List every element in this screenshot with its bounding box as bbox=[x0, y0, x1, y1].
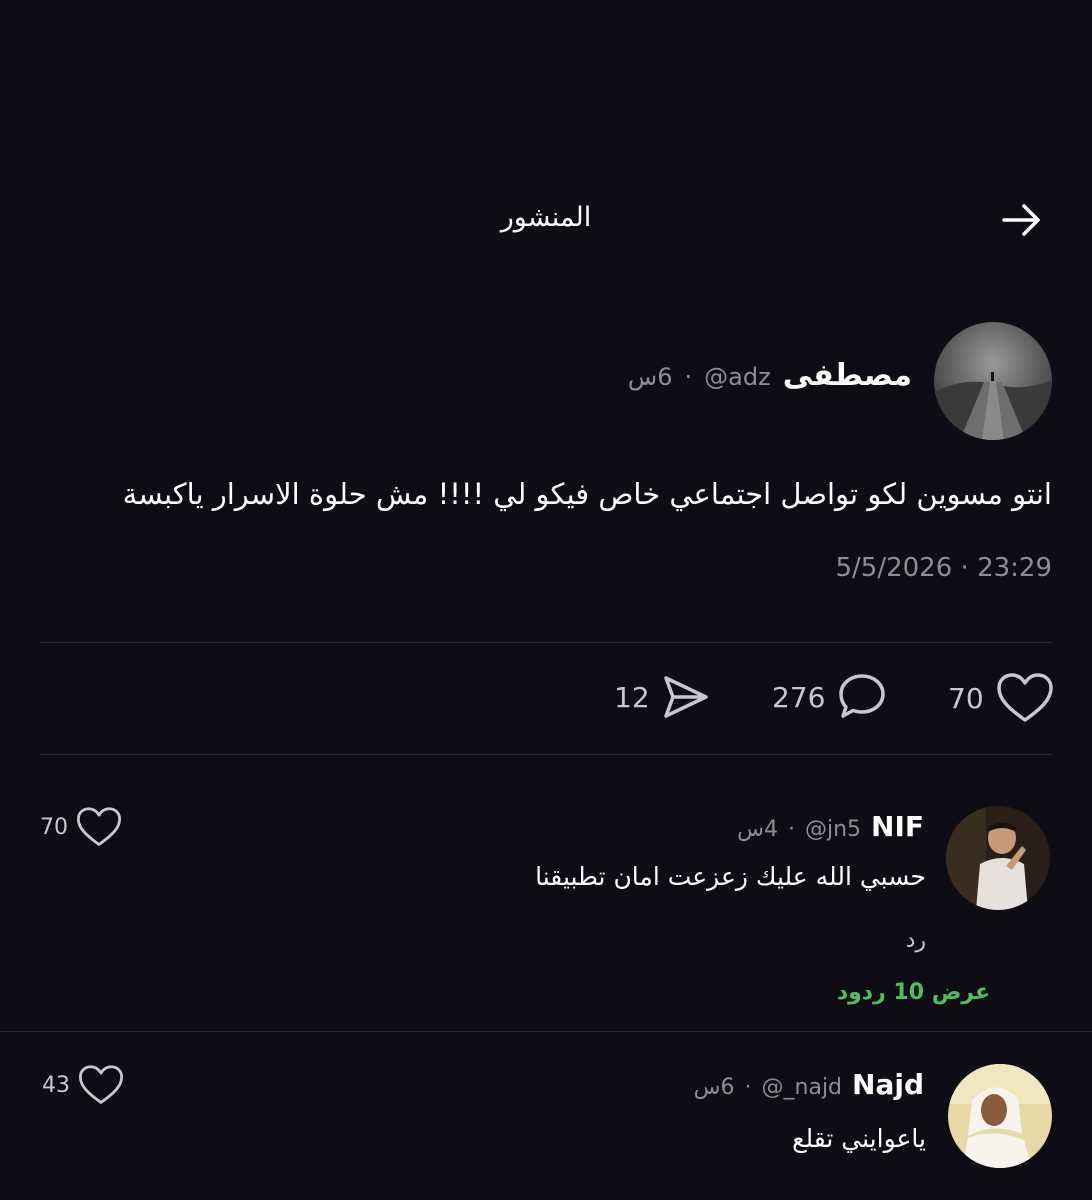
heart-icon bbox=[78, 1065, 124, 1104]
comment-header: NIF @jn5 · 4س bbox=[737, 810, 924, 843]
comment-author-handle[interactable]: @jn5 bbox=[805, 817, 861, 842]
view-replies-link[interactable]: عرض 10 ردود bbox=[837, 980, 990, 1005]
comment-age: 4س bbox=[737, 817, 778, 842]
timestamp-separator: · bbox=[960, 553, 969, 583]
comment-like-button[interactable]: 70 bbox=[40, 806, 122, 848]
comment-avatar[interactable] bbox=[948, 1064, 1052, 1168]
post-author-handle[interactable]: @adz bbox=[704, 363, 771, 391]
comment-author-name[interactable]: Najd bbox=[852, 1068, 924, 1101]
meta-separator: · bbox=[684, 363, 693, 391]
send-icon bbox=[663, 676, 708, 718]
post-author-avatar[interactable] bbox=[934, 322, 1052, 440]
reply-button[interactable]: رد bbox=[906, 928, 926, 953]
like-count: 70 bbox=[948, 681, 984, 715]
arrow-right-icon bbox=[1002, 204, 1040, 236]
post-author-name[interactable]: مصطفى bbox=[783, 358, 912, 393]
comment-avatar[interactable] bbox=[946, 806, 1050, 910]
page-title: المنشور bbox=[500, 202, 592, 233]
post-date: 5/5/2026 bbox=[835, 553, 953, 583]
comment-bubble-icon bbox=[839, 674, 886, 718]
comment-button[interactable]: 276 bbox=[772, 672, 887, 722]
comment-body: ياعوايني تقلع bbox=[792, 1124, 926, 1153]
divider bbox=[40, 754, 1052, 755]
comment-count: 276 bbox=[772, 680, 826, 714]
comment-like-button[interactable]: 43 bbox=[42, 1064, 124, 1106]
heart-icon bbox=[996, 673, 1053, 722]
avatar-image bbox=[946, 806, 1050, 910]
comment-like-count: 43 bbox=[42, 1072, 70, 1098]
post-header: مصطفى @adz · 6س bbox=[628, 358, 912, 393]
meta-separator: · bbox=[744, 1075, 752, 1100]
meta-separator: · bbox=[787, 817, 795, 842]
avatar-image bbox=[948, 1064, 1052, 1168]
divider bbox=[40, 642, 1052, 643]
share-button[interactable]: 12 bbox=[614, 674, 710, 720]
post-body: انتو مسوين لكو تواصل اجتماعي خاص فيكو لي… bbox=[122, 477, 1052, 511]
comment-author-name[interactable]: NIF bbox=[871, 810, 924, 843]
comment-header: Najd @_najd · 6س bbox=[694, 1068, 924, 1101]
heart-icon bbox=[76, 807, 122, 846]
avatar-image bbox=[934, 322, 1052, 440]
comment-body: حسبي الله عليك زعزعت امان تطبيقنا bbox=[535, 862, 926, 891]
post-age: 6س bbox=[627, 363, 673, 391]
post-timestamp: 5/5/2026 · 23:29 bbox=[835, 553, 1052, 583]
comment-author-handle[interactable]: @_najd bbox=[762, 1075, 843, 1100]
share-count: 12 bbox=[614, 680, 650, 714]
like-button[interactable]: 70 bbox=[948, 672, 1054, 724]
comment-age: 6س bbox=[693, 1075, 735, 1100]
comment-like-count: 70 bbox=[40, 814, 68, 840]
back-button[interactable] bbox=[994, 192, 1050, 248]
post-time: 23:29 bbox=[977, 553, 1052, 583]
divider bbox=[0, 1031, 1092, 1032]
